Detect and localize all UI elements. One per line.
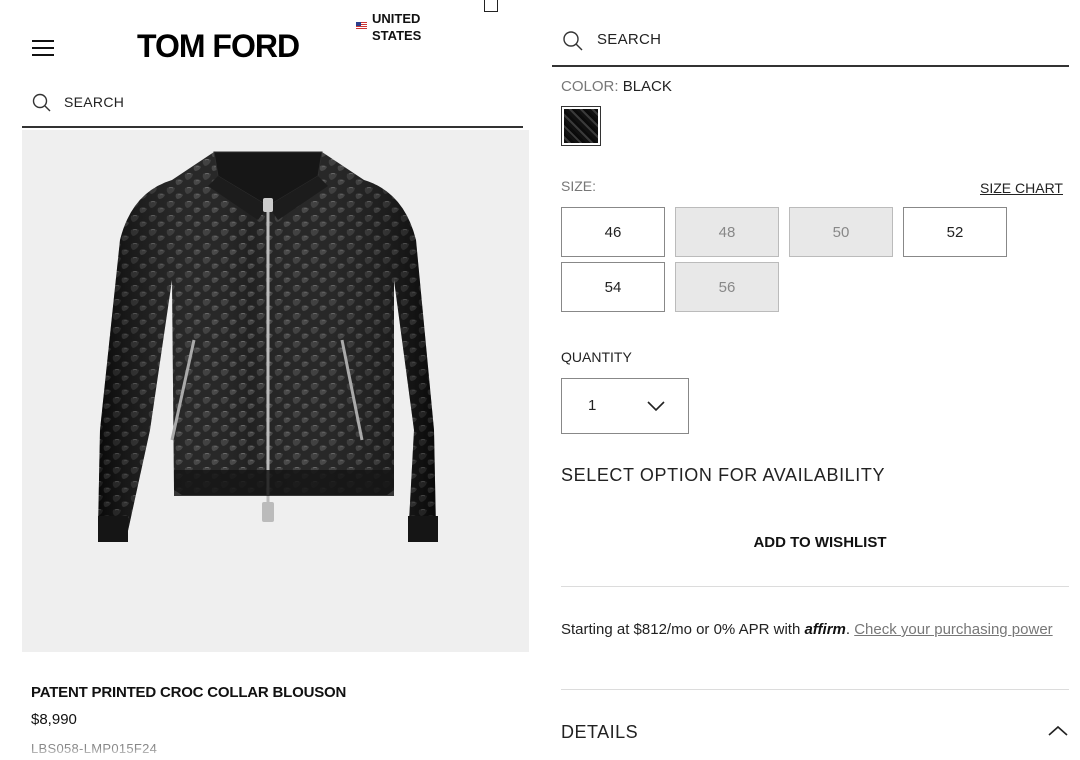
color-selection: COLOR: BLACK [561, 78, 672, 95]
search-input-right[interactable]: SEARCH [552, 20, 1069, 67]
search-icon [32, 93, 51, 112]
availability-message: SELECT OPTION FOR AVAILABILITY [561, 465, 886, 485]
quantity-value: 1 [588, 397, 597, 414]
size-option[interactable]: 50 [789, 207, 893, 257]
search-icon [563, 31, 583, 51]
quantity-label: QUANTITY [561, 349, 632, 365]
check-purchasing-power-link[interactable]: Check your purchasing power [854, 621, 1052, 638]
add-to-wishlist-button[interactable]: ADD TO WISHLIST [710, 534, 930, 551]
financing-prefix: Starting at $812/mo or 0% APR with [561, 621, 805, 638]
divider [561, 689, 1069, 690]
chevron-down-icon [647, 401, 665, 412]
size-chart-link[interactable]: SIZE CHART [980, 180, 1063, 196]
bottom-fade [0, 748, 530, 760]
brand-logo[interactable]: TOM FORD [137, 28, 300, 65]
chevron-up-icon[interactable] [1047, 724, 1069, 738]
region-line-1: UNITED [372, 11, 421, 26]
shopping-bag-icon[interactable] [484, 0, 498, 12]
search-placeholder: SEARCH [64, 94, 125, 110]
financing-message: Starting at $812/mo or 0% APR with affir… [561, 620, 1069, 640]
product-name: PATENT PRINTED CROC COLLAR BLOUSON [31, 684, 347, 701]
region-line-2: STATES [372, 28, 422, 43]
color-key: COLOR: [561, 78, 619, 95]
affirm-logo: affirm [804, 621, 846, 638]
size-option[interactable]: 52 [903, 207, 1007, 257]
quantity-select[interactable]: 1 [561, 378, 689, 434]
product-image[interactable] [22, 130, 529, 652]
financing-suffix: . [845, 621, 855, 638]
search-placeholder: SEARCH [597, 31, 662, 48]
size-option[interactable]: 48 [675, 207, 779, 257]
search-input[interactable]: SEARCH [22, 84, 523, 128]
details-accordion[interactable]: DETAILS [561, 722, 638, 743]
us-flag-icon [356, 22, 367, 29]
region-selector[interactable]: UNITED STATES [356, 10, 421, 44]
size-option[interactable]: 46 [561, 207, 665, 257]
color-swatch-black[interactable] [561, 106, 601, 146]
size-label: SIZE: [561, 178, 597, 194]
left-panel: TOM FORD UNITED STATES SEARCH PATENT PRI… [0, 0, 530, 760]
size-option[interactable]: 56 [675, 262, 779, 312]
size-option[interactable]: 54 [561, 262, 665, 312]
divider [561, 586, 1069, 587]
jacket-illustration [22, 130, 529, 652]
color-value: BLACK [622, 78, 672, 95]
product-price: $8,990 [31, 711, 77, 728]
hamburger-icon[interactable] [32, 40, 54, 56]
right-panel: SEARCH COLOR: BLACK SIZE: SIZE CHART 46 … [540, 0, 1080, 760]
